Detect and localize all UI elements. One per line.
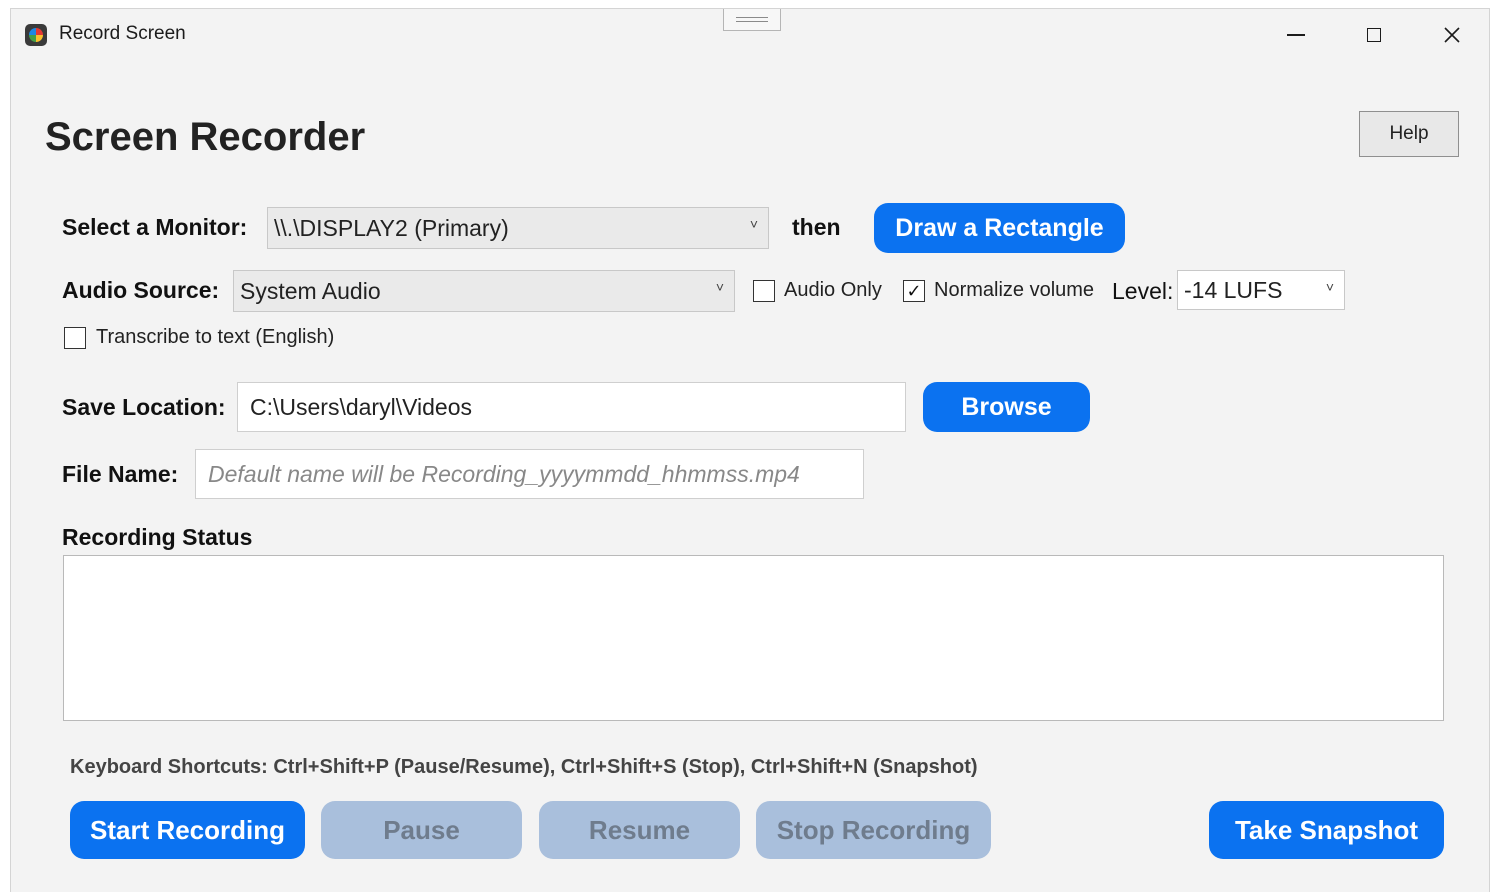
page-title: Screen Recorder xyxy=(45,115,366,159)
recording-status-label: Recording Status xyxy=(62,524,253,550)
file-name-label: File Name: xyxy=(62,461,179,487)
audio-only-label: Audio Only xyxy=(784,279,882,301)
resume-button[interactable]: Resume xyxy=(539,801,740,859)
close-icon xyxy=(1444,27,1460,43)
transcribe-label: Transcribe to text (English) xyxy=(96,326,335,348)
level-select[interactable]: -14 LUFS ˅ xyxy=(1177,270,1345,310)
audio-source-select[interactable]: System Audio ˅ xyxy=(233,270,735,312)
check-icon: ✓ xyxy=(906,281,922,301)
save-location-label: Save Location: xyxy=(62,394,226,420)
normalize-volume-label: Normalize volume xyxy=(934,279,1095,301)
draw-rectangle-button[interactable]: Draw a Rectangle xyxy=(874,203,1125,253)
save-location-input[interactable]: C:\Users\daryl\Videos xyxy=(237,382,906,432)
take-snapshot-button[interactable]: Take Snapshot xyxy=(1209,801,1444,859)
audio-only-checkbox[interactable] xyxy=(753,280,775,302)
browse-button[interactable]: Browse xyxy=(923,382,1090,432)
maximize-button[interactable] xyxy=(1351,19,1397,51)
monitor-select[interactable]: \\.\DISPLAY2 (Primary) ˅ xyxy=(267,207,769,249)
minimize-button[interactable] xyxy=(1273,19,1319,51)
help-button[interactable]: Help xyxy=(1359,111,1459,157)
normalize-volume-checkbox[interactable]: ✓ xyxy=(903,280,925,302)
audio-source-value: System Audio xyxy=(240,277,381,304)
minimize-icon xyxy=(1287,34,1305,36)
drag-handle-icon[interactable] xyxy=(723,9,781,31)
monitor-select-value: \\.\DISPLAY2 (Primary) xyxy=(274,214,509,241)
maximize-icon xyxy=(1367,28,1381,42)
recording-status-box[interactable] xyxy=(63,555,1444,721)
level-select-value: -14 LUFS xyxy=(1184,276,1283,303)
pause-button[interactable]: Pause xyxy=(321,801,522,859)
audio-source-label: Audio Source: xyxy=(62,277,220,303)
title-bar[interactable]: Record Screen xyxy=(11,9,1489,61)
start-recording-button[interactable]: Start Recording xyxy=(70,801,305,859)
file-name-input[interactable]: Default name will be Recording_yyyymmdd_… xyxy=(195,449,864,499)
app-icon xyxy=(25,24,47,46)
keyboard-shortcuts-text: Keyboard Shortcuts: Ctrl+Shift+P (Pause/… xyxy=(70,756,978,778)
monitor-label: Select a Monitor: xyxy=(62,214,248,240)
then-label: then xyxy=(792,214,841,240)
level-label: Level: xyxy=(1112,278,1174,304)
chevron-down-icon: ˅ xyxy=(1325,279,1334,295)
app-window: Record Screen Screen Recorder Help Selec… xyxy=(10,8,1490,892)
close-button[interactable] xyxy=(1429,19,1475,51)
window-title: Record Screen xyxy=(59,23,186,44)
stop-recording-button[interactable]: Stop Recording xyxy=(756,801,991,859)
chevron-down-icon: ˅ xyxy=(749,216,758,232)
transcribe-checkbox[interactable] xyxy=(64,327,86,349)
chevron-down-icon: ˅ xyxy=(715,279,724,295)
